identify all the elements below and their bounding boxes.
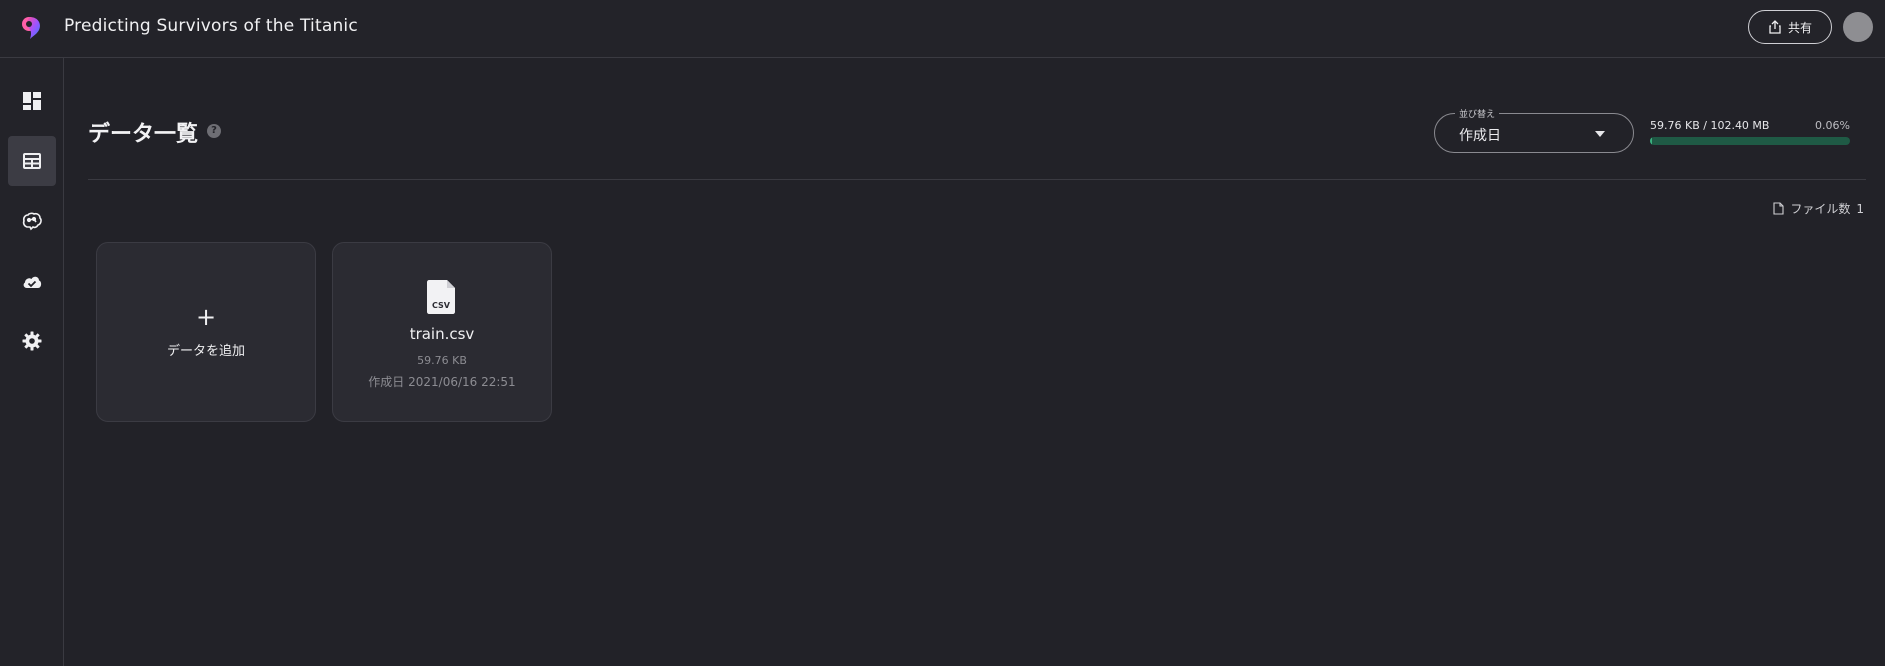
divider	[88, 179, 1866, 180]
sidebar-nav	[0, 58, 64, 666]
share-button[interactable]: 共有	[1748, 10, 1832, 44]
share-upload-icon	[1769, 20, 1781, 34]
gear-icon	[22, 331, 42, 351]
add-data-card[interactable]: + データを追加	[96, 242, 316, 422]
file-count: ファイル数 1	[1758, 200, 1864, 217]
sort-legend: 並び替え	[1455, 107, 1500, 120]
file-name: train.csv	[409, 325, 475, 343]
sidebar-item-settings[interactable]	[8, 316, 56, 366]
file-count-label: ファイル数	[1790, 202, 1851, 216]
file-icon	[1773, 202, 1784, 215]
app-root: Predicting Survivors of the Titanic 共有 デ…	[0, 0, 1885, 666]
project-title: Predicting Survivors of the Titanic	[64, 16, 358, 36]
plus-icon: +	[195, 303, 217, 331]
cloud-check-icon	[23, 276, 42, 288]
sidebar-item-model[interactable]	[8, 196, 56, 246]
help-icon[interactable]: ?	[207, 124, 221, 138]
storage-progress-bar	[1650, 137, 1850, 145]
sidebar-item-deploy[interactable]	[8, 256, 56, 306]
sidebar-item-dashboard[interactable]	[8, 76, 56, 126]
csv-file-icon: CSV	[427, 280, 455, 314]
sidebar-item-data[interactable]	[8, 136, 56, 186]
brain-icon	[22, 212, 42, 231]
sort-select[interactable]: 並び替え 作成日	[1434, 107, 1634, 153]
top-header: Predicting Survivors of the Titanic 共有	[0, 0, 1885, 58]
file-size: 59.76 KB	[417, 354, 467, 367]
file-created-date: 作成日 2021/06/16 22:51	[368, 375, 516, 389]
chevron-down-icon	[1595, 131, 1605, 137]
add-data-label: データを追加	[166, 344, 245, 359]
file-count-value: 1	[1856, 201, 1864, 216]
storage-progress-fill	[1650, 137, 1652, 145]
file-card[interactable]: CSV train.csv 59.76 KB 作成日 2021/06/16 22…	[332, 242, 552, 422]
storage-usage-percent: 0.06%	[1815, 119, 1850, 132]
table-icon	[23, 153, 41, 169]
csv-icon-label: CSV	[432, 301, 451, 310]
sort-value: 作成日	[1459, 128, 1501, 144]
share-label: 共有	[1787, 20, 1812, 35]
user-avatar[interactable]	[1843, 12, 1873, 42]
storage-usage-text: 59.76 KB / 102.40 MB	[1650, 119, 1770, 132]
app-logo-icon[interactable]	[20, 14, 44, 40]
page-title: データ一覧	[88, 122, 199, 147]
dashboard-icon	[23, 92, 41, 110]
